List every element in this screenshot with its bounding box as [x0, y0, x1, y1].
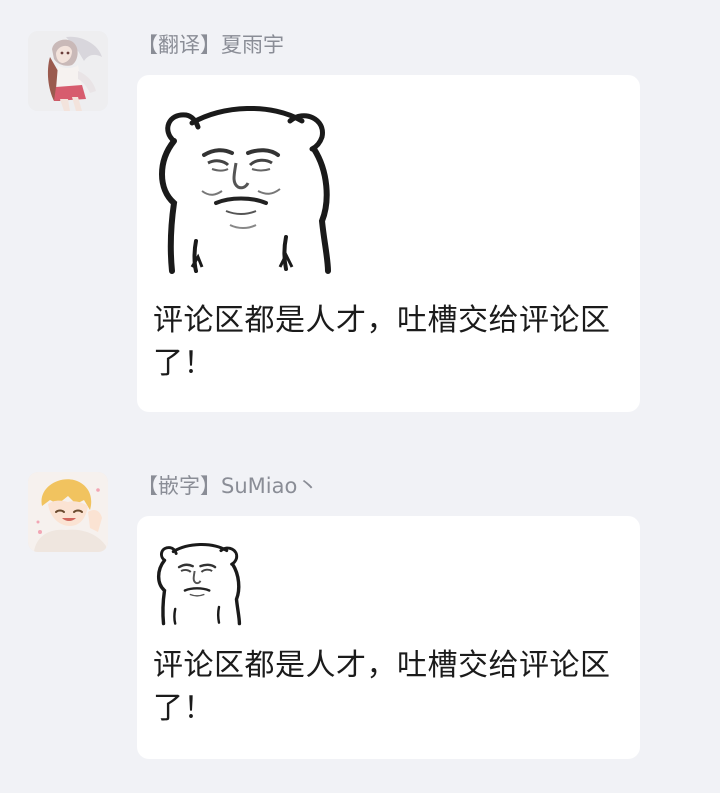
avatar[interactable]: [28, 31, 108, 111]
anime-boy-avatar-icon: [28, 472, 108, 552]
avatar[interactable]: [28, 472, 108, 552]
message-text: 评论区都是人才，吐槽交给评论区了！: [153, 648, 611, 726]
bear-meme-sticker-icon: [153, 536, 247, 626]
sender-name: 【嵌字】SuMiao丶: [137, 474, 319, 498]
anime-girl-avatar-icon: [28, 31, 108, 111]
bear-meme-sticker-icon: [152, 91, 342, 276]
sticker-image[interactable]: [152, 91, 342, 276]
message-text: 评论区都是人才，吐槽交给评论区了！: [153, 303, 611, 381]
sticker-image[interactable]: [152, 536, 248, 626]
message-bubble[interactable]: 评论区都是人才，吐槽交给评论区了！: [137, 75, 640, 412]
sender-name: 【翻译】夏雨宇: [137, 33, 284, 57]
message-bubble[interactable]: 评论区都是人才，吐槽交给评论区了！: [137, 516, 640, 759]
